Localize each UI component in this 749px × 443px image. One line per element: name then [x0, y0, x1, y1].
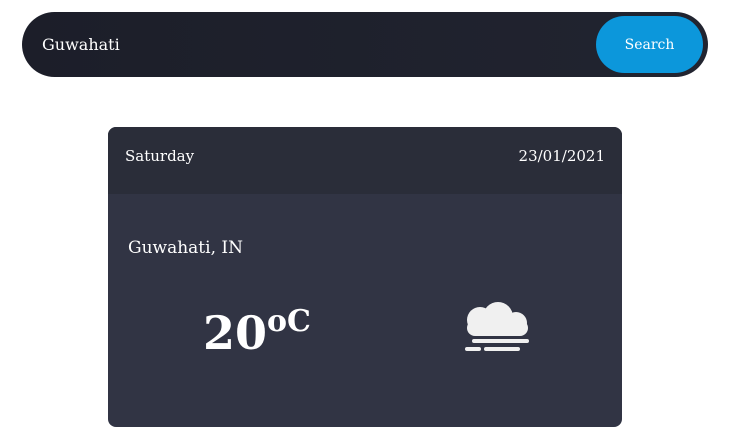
cloud-shape [467, 302, 528, 336]
date-label: 23/01/2021 [518, 147, 605, 165]
mist-fog-icon [465, 302, 529, 351]
search-button[interactable]: Search [596, 16, 703, 73]
search-bar: Search [22, 12, 708, 77]
card-header: Saturday 23/01/2021 [108, 127, 622, 194]
weather-card: Saturday 23/01/2021 Guwahati, IN 20 oC [108, 127, 622, 427]
temperature-unit: oC [267, 304, 311, 339]
temperature-value: 20 [203, 306, 268, 360]
temperature: 20 oC [203, 305, 311, 361]
search-input[interactable] [42, 12, 602, 77]
fog-lines [465, 339, 529, 351]
day-label: Saturday [125, 147, 195, 165]
location-label: Guwahati, IN [128, 238, 243, 258]
